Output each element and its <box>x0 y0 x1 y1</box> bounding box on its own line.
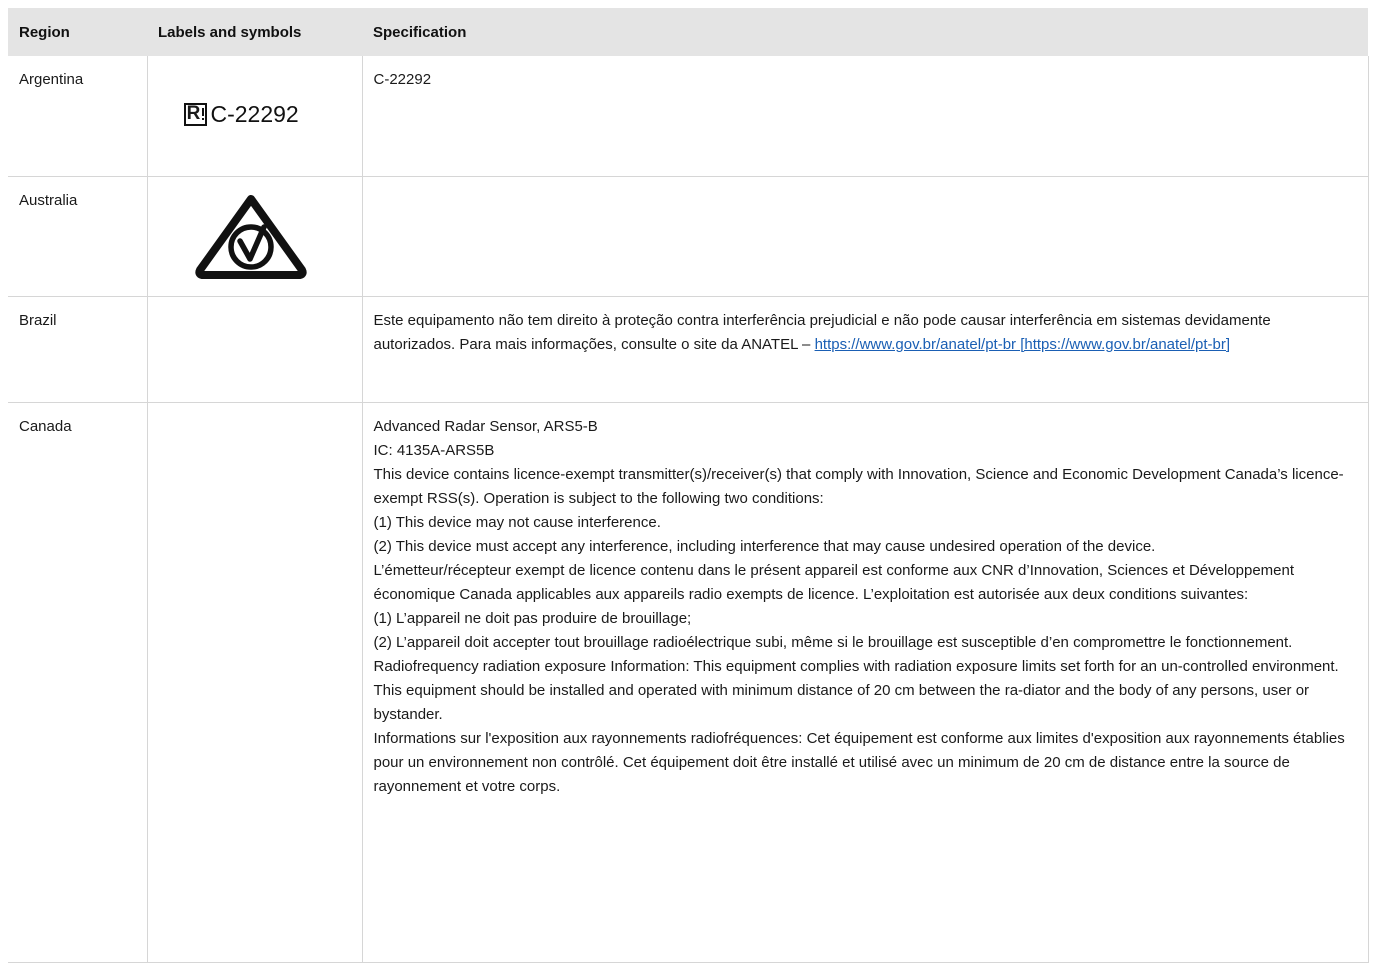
argentina-certification-mark: R C-22292 <box>183 101 299 127</box>
table-header: Region Labels and symbols Specification <box>8 8 1368 56</box>
anatel-link[interactable]: https://www.gov.br/anatel/pt-br [https:/… <box>815 336 1230 353</box>
header-specification: Specification <box>362 8 1368 56</box>
spec-line: Informations sur l'exposition aux rayonn… <box>373 729 1345 795</box>
region-cell: Australia <box>8 175 148 297</box>
spec-line: Radiofrequency radiation exposure Inform… <box>373 657 1339 723</box>
spec-line: IC: 4135A-ARS5B <box>373 441 495 459</box>
header-row: Region Labels and symbols Specification <box>8 8 1368 56</box>
symbol-cell <box>146 175 363 297</box>
spec-cell: Este equipamento não tem direito à prote… <box>361 295 1369 403</box>
spec-line: (2) This device must accept any interfer… <box>373 537 1156 555</box>
spec-line: (1) L’appareil ne doit pas produire de b… <box>373 609 692 627</box>
regulatory-table-container: Region Labels and symbols Specification … <box>8 8 1369 963</box>
spec-cell: Advanced Radar Sensor, ARS5-B IC: 4135A-… <box>361 401 1369 963</box>
rcm-compliance-triangle-icon <box>194 194 307 279</box>
table-row-canada: Canada Advanced Radar Sensor, ARS5-B IC:… <box>8 401 1369 963</box>
symbol-cell: R C-22292 <box>146 56 363 177</box>
spec-line: Advanced Radar Sensor, ARS5-B <box>373 417 598 435</box>
spec-line: This device contains licence-exempt tran… <box>373 465 1344 507</box>
symbol-cell <box>146 295 363 403</box>
region-cell: Brazil <box>8 295 148 403</box>
spec-cell: C-22292 <box>361 56 1369 177</box>
region-cell: Canada <box>8 401 148 963</box>
r-box-icon: R <box>183 102 207 126</box>
certification-mark-text: C-22292 <box>210 101 299 127</box>
region-cell: Argentina <box>8 56 148 177</box>
regulatory-table: Region Labels and symbols Specification … <box>8 8 1369 963</box>
header-region: Region <box>8 8 147 56</box>
spec-cell <box>361 175 1369 297</box>
header-labels-and-symbols: Labels and symbols <box>147 8 362 56</box>
table-body: Argentina R C-22292 C-22292 Australia Br… <box>8 56 1369 963</box>
table-row-brazil: Brazil Este equipamento não tem direito … <box>8 295 1369 403</box>
table-row-argentina: Argentina R C-22292 C-22292 <box>8 56 1369 177</box>
spec-line: (2) L’appareil doit accepter tout brouil… <box>373 633 1293 651</box>
symbol-cell <box>146 401 363 963</box>
table-row-australia: Australia <box>8 175 1369 297</box>
spec-line: L’émetteur/récepteur exempt de licence c… <box>373 561 1295 603</box>
spec-line: (1) This device may not cause interferen… <box>373 513 661 531</box>
